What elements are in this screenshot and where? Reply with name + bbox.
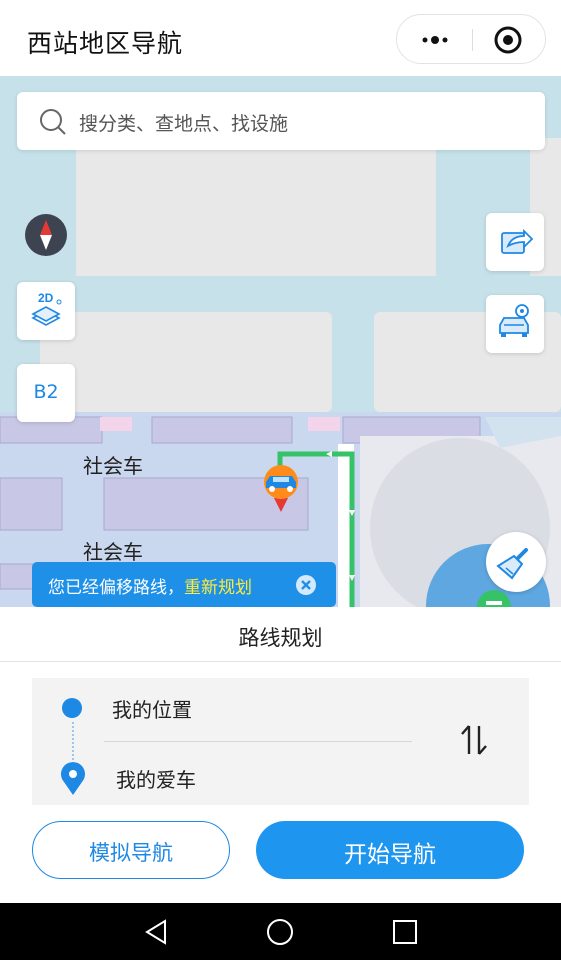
compass-icon[interactable] [24, 213, 68, 257]
view-2d-button[interactable]: 2D [17, 282, 75, 340]
back-triangle-icon[interactable] [140, 915, 174, 949]
route-panel: 路线规划 我的位置 我的爱车 模拟导航 开始导航 [0, 607, 561, 903]
map-label-parking-1: 社会车 [83, 454, 143, 478]
tip-text: 您已经偏移路线，重新规划 [48, 573, 252, 598]
map-canvas [0, 138, 561, 607]
view-mode-label: 2D [38, 291, 54, 305]
search-icon [40, 109, 66, 135]
start-navigation-button[interactable]: 开始导航 [256, 821, 524, 879]
more-dots-icon[interactable] [417, 23, 453, 57]
reroute-tip: 您已经偏移路线，重新规划 [32, 562, 336, 607]
floor-label: B2 [33, 381, 59, 403]
simulate-navigation-button[interactable]: 模拟导航 [32, 821, 230, 879]
map-label-parking-2: 社会车 [83, 540, 143, 564]
endpoint-divider [104, 741, 412, 742]
target-close-icon[interactable] [491, 23, 525, 57]
tip-close-icon[interactable] [295, 574, 317, 596]
car-location-icon [499, 304, 529, 337]
share-button[interactable] [486, 213, 544, 271]
clear-route-button[interactable] [486, 532, 546, 592]
floor-switch-button[interactable]: B2 [17, 364, 75, 422]
search-bar[interactable]: 搜分类、查地点、找设施 [17, 92, 545, 150]
car-pin-icon[interactable] [260, 464, 302, 514]
home-circle-icon[interactable] [263, 915, 297, 949]
title-bar: 西站地区导航 [0, 0, 561, 76]
page-title: 西站地区导航 [27, 29, 184, 58]
mini-program-capsule [396, 14, 546, 64]
search-placeholder: 搜分类、查地点、找设施 [79, 113, 289, 135]
route-header: 路线规划 [0, 607, 561, 662]
destination-pin-icon [61, 762, 85, 795]
simulate-label: 模拟导航 [89, 841, 173, 865]
destination-field[interactable]: 我的爱车 [116, 764, 196, 793]
route-header-title: 路线规划 [238, 626, 323, 650]
reroute-link[interactable]: 重新规划 [184, 578, 252, 598]
system-nav-bar [0, 903, 561, 960]
layers-2d-icon: 2D [31, 291, 62, 326]
capsule-divider [472, 29, 473, 51]
start-label: 开始导航 [344, 842, 436, 868]
tip-message: 您已经偏移路线， [48, 578, 184, 598]
my-car-button[interactable] [486, 295, 544, 353]
indoor-map[interactable]: 搜分类、查地点、找设施 2D B2 社会车 社会车 您已经偏移路线，重新规划 [0, 76, 561, 607]
origin-field[interactable]: 我的位置 [112, 694, 192, 723]
share-icon [501, 228, 534, 254]
origin-dot-icon [62, 698, 82, 718]
swap-arrows-icon[interactable] [456, 722, 492, 758]
recents-square-icon[interactable] [388, 915, 422, 949]
broom-icon [496, 548, 528, 580]
route-endpoints-card: 我的位置 我的爱车 [32, 678, 529, 805]
